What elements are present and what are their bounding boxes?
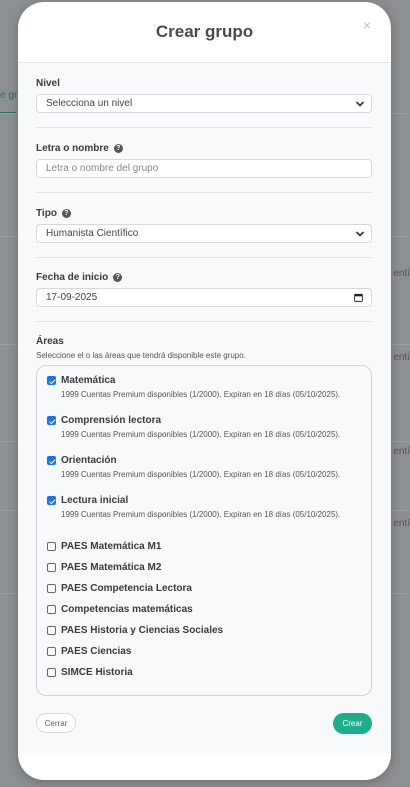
close-button[interactable]: Cerrar [36,713,76,733]
section-divider [36,192,372,193]
area-name: Orientación [61,455,117,466]
question-circle-icon[interactable]: ? [113,273,123,282]
background-tab: e gr [0,90,18,101]
area-name: PAES Matemática M1 [61,541,162,552]
tipo-select-value: Humanista Científico [46,228,139,239]
area-checkbox[interactable] [47,563,56,572]
nivel-label: Nivel [36,78,60,89]
chevron-down-icon [355,231,365,237]
area-checkbox[interactable] [47,416,56,425]
letra-label: Letra o nombre ? [36,143,372,154]
section-divider [36,127,372,128]
area-checkbox[interactable] [47,456,56,465]
question-circle-icon[interactable]: ? [61,209,71,218]
area-name: Lectura inicial [61,495,129,506]
area-name: PAES Ciencias [61,646,132,657]
area-description: 1999 Cuentas Premium disponibles (1/2000… [61,390,341,399]
area-name: Comprensión lectora [61,415,162,426]
background-text: entí [393,268,410,279]
tipo-select[interactable]: Humanista Científico [36,224,372,243]
area-name: Matemática [61,375,116,386]
chevron-down-icon [355,101,365,107]
tipo-field: Tipo ? Humanista Científico [36,208,372,243]
area-checkbox[interactable] [47,376,56,385]
create-group-modal: Crear grupo × Nivel Selecciona un nivel … [18,2,391,780]
area-description: 1999 Cuentas Premium disponibles (1/2000… [61,510,341,519]
area-name: PAES Matemática M2 [61,562,162,573]
calendar-icon[interactable] [354,293,363,302]
letra-field: Letra o nombre ? Letra o nombre del grup… [36,143,372,178]
fecha-field: Fecha de inicio ? 17-09-2025 [36,272,372,307]
fecha-input-value: 17-09-2025 [46,292,98,303]
modal-title: Crear grupo [155,22,254,41]
nivel-field: Nivel Selecciona un nivel [36,78,372,113]
area-checkbox[interactable] [47,647,56,656]
close-icon[interactable]: × [363,18,371,32]
modal-body: Nivel Selecciona un nivel Letra o nombre… [18,63,391,753]
area-checkbox[interactable] [47,496,56,505]
areas-help-text: Seleccione el o las áreas que tendrá dis… [36,351,246,360]
letra-input[interactable]: Letra o nombre del grupo [36,159,372,178]
background-text: entí [393,446,410,457]
question-circle-icon[interactable]: ? [113,144,123,153]
area-checkbox[interactable] [47,584,56,593]
area-description: 1999 Cuentas Premium disponibles (1/2000… [61,470,341,479]
fecha-input[interactable]: 17-09-2025 [36,288,372,307]
areas-title: Áreas [36,336,64,347]
nivel-select[interactable]: Selecciona un nivel [36,94,372,113]
area-checkbox[interactable] [47,668,56,677]
area-name: PAES Competencia Lectora [61,583,192,594]
area-name: Competencias matemáticas [61,604,193,615]
area-checkbox[interactable] [47,605,56,614]
create-button[interactable]: Crear [333,713,372,734]
area-checkbox[interactable] [47,542,56,551]
area-description: 1999 Cuentas Premium disponibles (1/2000… [61,430,341,439]
area-checkbox[interactable] [47,626,56,635]
background-text: entí [393,518,410,529]
section-divider [36,257,372,258]
tipo-label: Tipo ? [36,208,372,219]
fecha-label: Fecha de inicio ? [36,272,372,283]
section-divider [36,321,372,322]
area-name: SIMCE Historia [61,667,133,678]
areas-list: Matemática 1999 Cuentas Premium disponibl… [36,365,372,696]
letra-input-placeholder: Letra o nombre del grupo [46,163,159,174]
nivel-select-value: Selecciona un nivel [46,98,133,109]
modal-header: Crear grupo × [18,2,391,63]
area-name: PAES Historia y Ciencias Sociales [61,625,224,636]
background-text: entí [393,352,410,363]
